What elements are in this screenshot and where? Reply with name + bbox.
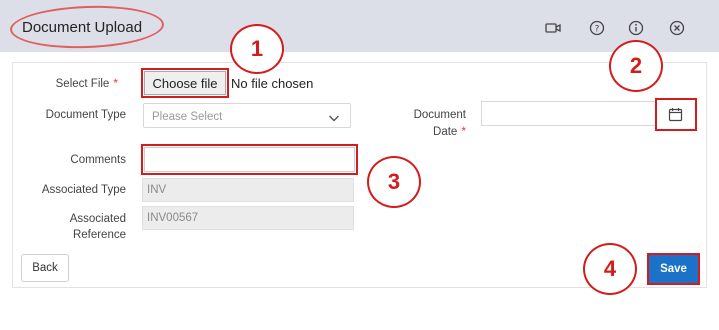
required-marker: *	[461, 124, 466, 138]
choose-file-button[interactable]: Choose file	[144, 71, 226, 95]
callout-1: 1	[230, 24, 284, 74]
document-date-input[interactable]	[481, 101, 655, 126]
close-icon[interactable]	[669, 20, 685, 36]
video-icon[interactable]	[545, 20, 561, 36]
associated-reference-field: INV00567	[142, 206, 354, 230]
save-button[interactable]: Save	[647, 253, 700, 285]
document-type-select[interactable]: Please Select	[143, 103, 351, 128]
calendar-icon	[668, 108, 683, 122]
info-icon[interactable]	[628, 20, 644, 36]
required-marker: *	[113, 76, 118, 90]
comments-input[interactable]	[144, 147, 355, 172]
callout-3: 3	[367, 156, 421, 208]
help-icon[interactable]: ?	[589, 20, 605, 36]
dialog-header: Document Upload ?	[0, 0, 719, 52]
chevron-down-icon	[328, 110, 340, 128]
select-file-label: Select File *	[55, 76, 118, 90]
svg-text:?: ?	[595, 25, 600, 35]
comments-label: Comments	[70, 154, 126, 166]
date-picker-button[interactable]	[655, 99, 696, 130]
back-button[interactable]: Back	[21, 254, 69, 282]
associated-type-field: INV	[142, 178, 354, 202]
document-type-label: Document Type	[45, 109, 126, 121]
callout-4: 4	[583, 243, 637, 295]
document-type-placeholder: Please Select	[152, 111, 223, 123]
callout-2: 2	[609, 40, 663, 92]
file-status-text: No file chosen	[231, 76, 314, 91]
associated-type-label: Associated Type	[41, 184, 126, 196]
document-date-label: Document Date *	[413, 109, 466, 138]
associated-reference-label: Associated Reference	[69, 213, 126, 241]
dialog-title: Document Upload	[22, 19, 143, 36]
